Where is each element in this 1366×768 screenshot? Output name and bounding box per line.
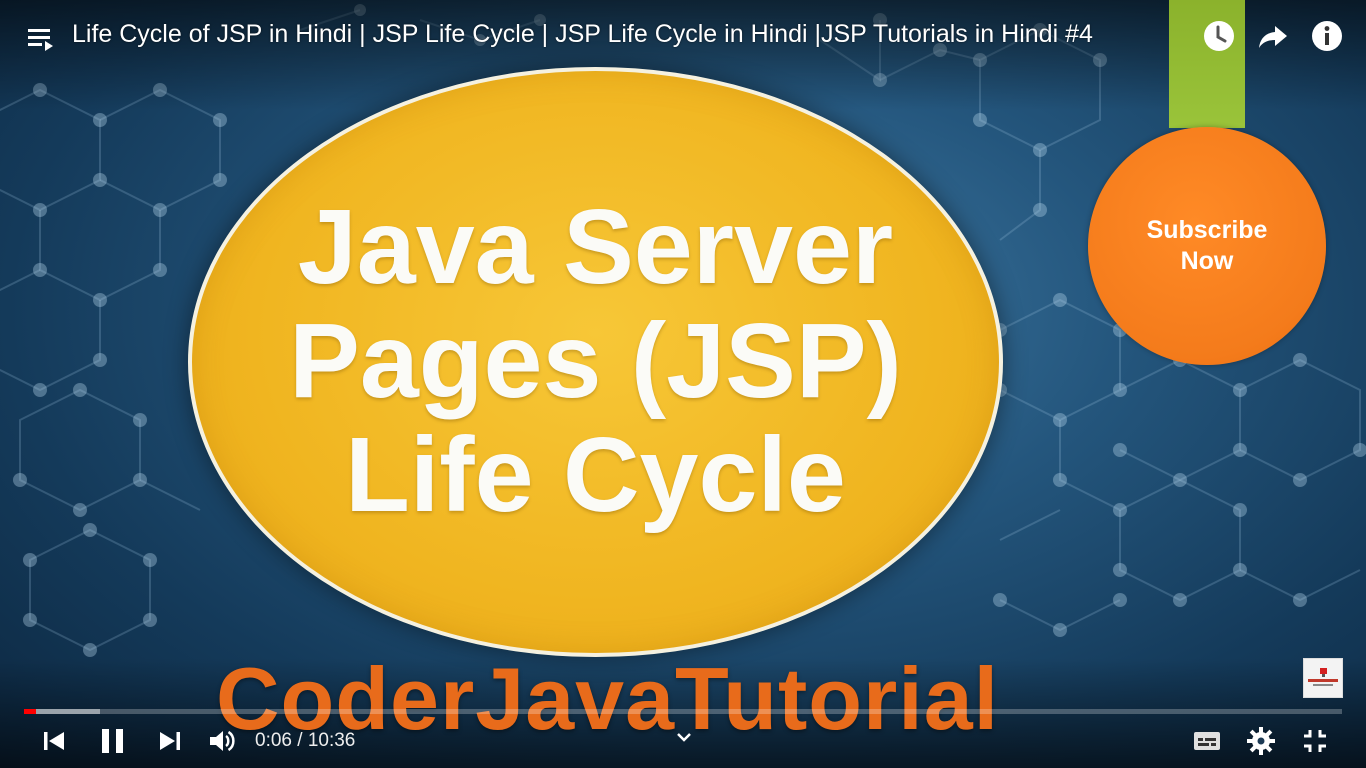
video-title[interactable]: Life Cycle of JSP in Hindi | JSP Life Cy… <box>72 20 1093 49</box>
gear-icon[interactable] <box>1244 724 1278 758</box>
video-player[interactable]: Java Server Pages (JSP) Life Cycle Subsc… <box>0 0 1366 768</box>
previous-icon[interactable] <box>38 724 72 758</box>
title-card-text: Java Server Pages (JSP) Life Cycle <box>188 190 1003 532</box>
headline-line-1: Java Server <box>297 188 894 306</box>
info-icon[interactable] <box>1311 20 1343 52</box>
headline-line-2: Pages (JSP) <box>289 302 902 420</box>
subscribe-now-badge[interactable]: Subscribe Now <box>1088 127 1326 365</box>
exit-fullscreen-icon[interactable] <box>1298 724 1332 758</box>
top-bar: Life Cycle of JSP in Hindi | JSP Life Cy… <box>0 0 1366 72</box>
subtitles-icon[interactable] <box>1190 724 1224 758</box>
playlist-icon[interactable] <box>28 26 56 52</box>
channel-logo-icon <box>1308 668 1338 686</box>
progress-played <box>24 709 36 714</box>
chevron-down-icon[interactable] <box>673 726 695 748</box>
pause-icon[interactable] <box>96 724 130 758</box>
subscribe-now-label: Subscribe Now <box>1146 216 1268 275</box>
next-icon[interactable] <box>152 724 186 758</box>
clock-icon[interactable] <box>1203 20 1235 52</box>
volume-icon[interactable] <box>205 724 239 758</box>
progress-bar[interactable] <box>24 709 1342 714</box>
time-display: 0:06 / 10:36 <box>255 730 356 751</box>
headline-line-3: Life Cycle <box>345 416 846 534</box>
share-icon[interactable] <box>1257 20 1289 52</box>
channel-watermark-logo[interactable] <box>1303 658 1343 698</box>
